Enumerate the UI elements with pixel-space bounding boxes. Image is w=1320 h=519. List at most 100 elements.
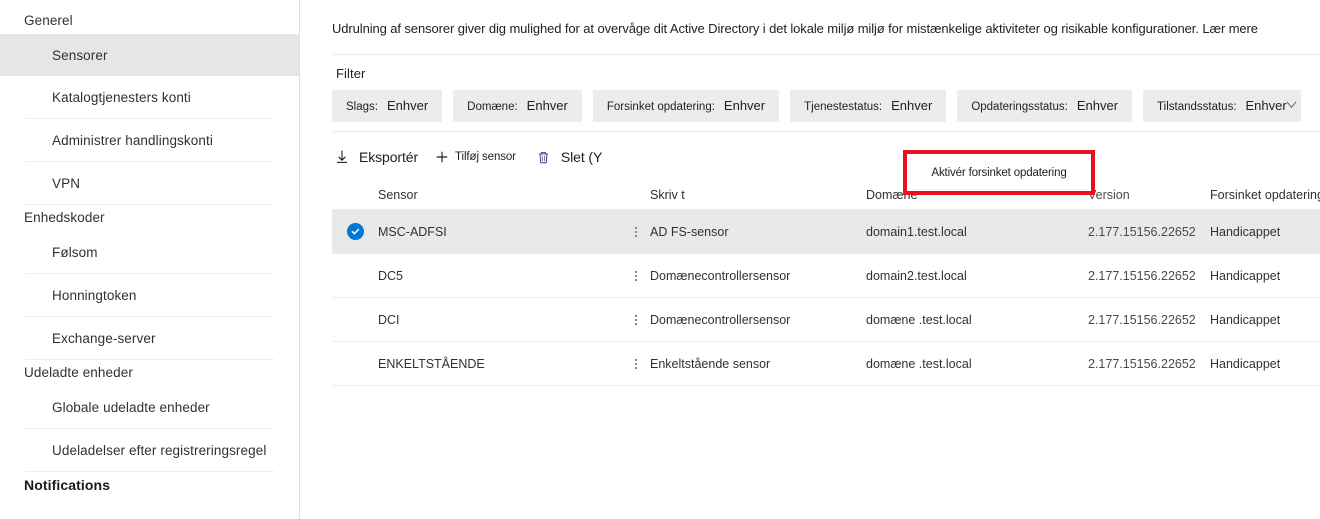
chevron-down-icon [1286, 99, 1297, 110]
delete-label: Slet (Y [560, 149, 603, 165]
cell-domain: domæne .test.local [866, 356, 972, 371]
cell-domain: domain2.test.local [866, 268, 967, 283]
filter-pill-key: Slags: [346, 101, 378, 113]
sidebar-item-sensorer[interactable]: Sensorer [0, 34, 299, 76]
row-more-options-button[interactable] [621, 314, 650, 325]
sidebar-item-label: Følsom [52, 244, 98, 260]
table-row[interactable]: ENKELTSTÅENDE Enkeltstående sensor domæn… [332, 342, 1320, 386]
filter-pill-key: Tilstandsstatus: [1157, 101, 1237, 113]
cell-sensor-name: DCI [378, 312, 400, 327]
sidebar-item-globale-udeladte-enheder[interactable]: Globale udeladte enheder [0, 386, 299, 428]
sensors-table: Sensor Skriv t Domæne Version Forsinket … [332, 180, 1320, 386]
cell-delayed-update: Handicappet [1210, 268, 1281, 283]
more-vertical-icon [634, 314, 637, 325]
filter-pill-opdateringsstatus[interactable]: Opdateringsstatus: Enhver [957, 90, 1133, 122]
filter-pill-tjenestestatus[interactable]: Tjenestestatus: Enhver [790, 90, 947, 122]
filter-pill-key: Forsinket opdatering: [606, 101, 715, 113]
sidebar-item-label: Administrer handlingskonti [52, 132, 213, 148]
row-more-options-button[interactable] [621, 226, 650, 237]
row-more-options-button[interactable] [621, 358, 650, 369]
settings-sidebar: Generel Sensorer Katalogtjenesters konti… [0, 0, 300, 519]
command-bar: Eksportér Tilføj sensor Slet (Y [300, 132, 1320, 174]
export-button[interactable]: Eksportér [332, 140, 418, 174]
checkmark-icon [346, 223, 364, 240]
sidebar-item-label: Globale udeladte enheder [52, 399, 210, 415]
filter-pill-value: Enhver [1076, 98, 1119, 113]
filter-pill-value: Enhver [723, 98, 766, 113]
sidebar-item-udeladelser-registreringsregel[interactable]: Udeladelser efter registreringsregel [0, 429, 299, 471]
filter-pill-value: Enhver [526, 98, 568, 113]
settings-page: Generel Sensorer Katalogtjenesters konti… [0, 0, 1320, 519]
export-label: Eksportér [359, 149, 419, 165]
sidebar-group-enhedskoder: Enhedskoder [24, 210, 105, 225]
cell-sensor-name: ENKELTSTÅENDE [378, 356, 485, 371]
delete-button[interactable]: Slet (Y [534, 140, 602, 174]
sidebar-item-folsom[interactable]: Følsom [0, 231, 299, 273]
sidebar-group-udeladte-enheder: Udeladte enheder [24, 365, 133, 380]
row-more-options-button[interactable] [621, 270, 650, 281]
cell-delayed-update: Handicappet [1210, 312, 1281, 327]
sidebar-item-label: Udeladelser efter registreringsregel [52, 442, 267, 458]
trash-icon [534, 147, 554, 167]
add-sensor-label: Tilføj sensor [455, 151, 516, 163]
page-description: Udrulning af sensorer giver dig mulighed… [300, 0, 1320, 38]
table-header-row: Sensor Skriv t Domæne Version Forsinket … [332, 180, 1320, 210]
add-sensor-button[interactable]: Tilføj sensor [432, 140, 516, 174]
cell-version: 2.177.15156.22652 [1088, 224, 1196, 239]
download-arrow-icon [332, 147, 352, 167]
cell-version: 2.177.15156.22652 [1088, 356, 1196, 371]
sidebar-group-notifications: Notifications [24, 477, 111, 493]
sensors-main-panel: Udrulning af sensorer giver dig mulighed… [300, 0, 1320, 519]
column-header-version[interactable]: Version [1088, 188, 1210, 202]
description-text: Udrulning af sensorer giver dig mulighed… [332, 21, 1199, 36]
cell-version: 2.177.15156.22652 [1088, 268, 1196, 283]
filter-pill-value: Enhver [891, 98, 933, 113]
filter-pill-slags[interactable]: Slags: Enhver [332, 90, 443, 122]
sidebar-item-honningtoken[interactable]: Honningtoken [0, 274, 299, 316]
plus-icon [432, 147, 452, 167]
filter-pill-key: Opdateringsstatus: [971, 101, 1068, 113]
filter-pill-domaene[interactable]: Domæne: Enhver [453, 90, 582, 122]
row-select-cell[interactable] [332, 223, 378, 240]
filter-pill-key: Domæne: [467, 101, 518, 113]
filter-pill-value: Enhver [1245, 98, 1287, 113]
sidebar-item-label: Sensorer [52, 47, 108, 63]
cell-sensor-name: MSC-ADFSI [378, 224, 447, 239]
cell-domain: domæne .test.local [866, 312, 972, 327]
column-header-type[interactable]: Skriv t [650, 188, 866, 202]
table-row[interactable]: DC5 Domænecontrollersensor domain2.test.… [332, 254, 1320, 298]
filter-pill-value: Enhver [386, 98, 429, 113]
cell-domain: domain1.test.local [866, 224, 967, 239]
cell-delayed-update: Handicappet [1210, 356, 1281, 371]
learn-more-link[interactable]: Lær mere [1202, 21, 1258, 36]
sidebar-item-label: Honningtoken [52, 287, 137, 303]
more-vertical-icon [634, 270, 637, 281]
sidebar-item-vpn[interactable]: VPN [0, 162, 299, 204]
cell-sensor-type: Domænecontrollersensor [650, 268, 791, 283]
sidebar-item-administrer-handlingskonti[interactable]: Administrer handlingskonti [0, 119, 299, 161]
sidebar-item-label: Katalogtjenesters konti [52, 89, 191, 105]
filter-pill-forsinket-opdatering[interactable]: Forsinket opdatering: Enhver [592, 90, 780, 122]
sidebar-item-exchange-server[interactable]: Exchange-server [0, 317, 299, 359]
sidebar-item-katalogtjenesters-konti[interactable]: Katalogtjenesters konti [0, 76, 299, 118]
filter-label: Filter [336, 66, 366, 81]
sidebar-item-label: VPN [52, 175, 81, 191]
enable-delayed-update-button[interactable]: Aktivér forsinket opdatering [931, 167, 1066, 179]
column-header-sensor[interactable]: Sensor [378, 188, 621, 202]
cell-sensor-type: AD FS-sensor [650, 224, 729, 239]
cell-version: 2.177.15156.22652 [1088, 312, 1196, 327]
filter-pill-row: Slags: Enhver Domæne: Enhver Forsinket o… [300, 81, 1320, 122]
more-vertical-icon [634, 226, 637, 237]
sidebar-group-generel: Generel [24, 13, 73, 28]
more-vertical-icon [634, 358, 637, 369]
filter-pill-tilstandsstatus[interactable]: Tilstandsstatus: Enhver [1143, 90, 1301, 122]
cell-sensor-type: Domænecontrollersensor [650, 312, 791, 327]
filter-pill-key: Tjenestestatus: [804, 101, 883, 113]
cell-sensor-type: Enkeltstående sensor [650, 356, 771, 371]
column-header-delayed-update[interactable]: Forsinket opdatering [1210, 188, 1320, 202]
table-row[interactable]: DCI Domænecontrollersensor domæne .test.… [332, 298, 1320, 342]
cell-delayed-update: Handicappet [1210, 224, 1281, 239]
sidebar-item-label: Exchange-server [52, 330, 156, 346]
table-row[interactable]: MSC-ADFSI AD FS-sensor domain1.test.loca… [332, 210, 1320, 254]
cell-sensor-name: DC5 [378, 268, 404, 283]
